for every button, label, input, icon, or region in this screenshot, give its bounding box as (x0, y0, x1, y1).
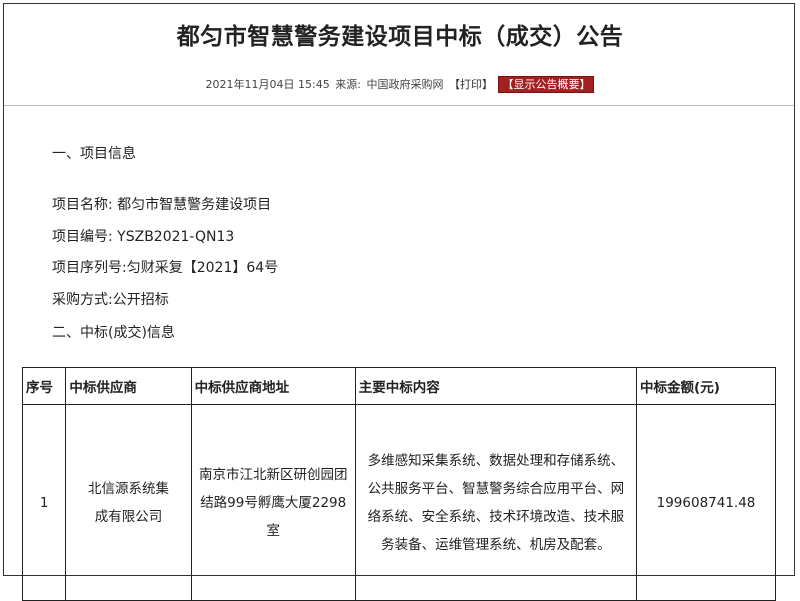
project-code: 项目编号: YSZB2021-QN13 (52, 229, 235, 245)
cell-amount: 199608741.48 (636, 404, 776, 601)
cell-content: 多维感知采集系统、数据处理和存储系统、公共服务平台、智慧警务综合应用平台、网络系… (354, 404, 638, 601)
header-amount: 中标金额(元) (636, 367, 776, 405)
page-title: 都匀市智慧警务建设项目中标（成交）公告 (176, 24, 624, 50)
header-address: 中标供应商地址 (190, 367, 356, 405)
print-button[interactable]: 【打印】 (449, 78, 493, 91)
table-row: 1 北信源系统集成有限公司 南京市江北新区研创园团结路99号孵鹰大厦2298室 … (21, 404, 776, 601)
section-heading-project-info: 一、项目信息 (52, 146, 136, 162)
meta-line: 2021年11月04日 15:45 来源: 中国政府采购网 【打印】 【显示公告… (0, 76, 800, 93)
section-heading-award-info: 二、中标(成交)信息 (52, 325, 175, 341)
cell-supplier: 北信源系统集成有限公司 (65, 404, 192, 601)
project-name: 项目名称: 都匀市智慧警务建设项目 (52, 197, 272, 213)
source-label: 来源: (335, 78, 361, 91)
header-supplier: 中标供应商 (65, 367, 192, 405)
header-content: 主要中标内容 (354, 367, 638, 405)
cell-index: 1 (21, 404, 67, 601)
source-link[interactable]: 中国政府采购网 (366, 78, 443, 91)
publish-date: 2021年11月04日 15:45 (205, 78, 330, 91)
cell-address: 南京市江北新区研创园团结路99号孵鹰大厦2298室 (190, 404, 356, 601)
header-index: 序号 (21, 367, 67, 405)
purchase-method: 采购方式:公开招标 (52, 292, 169, 308)
show-summary-button[interactable]: 【显示公告概要】 (498, 76, 595, 93)
project-serial: 项目序列号:匀财采复【2021】64号 (52, 260, 279, 276)
divider (4, 105, 794, 106)
award-table: 序号 中标供应商 中标供应商地址 主要中标内容 中标金额(元) 1 北信源系统集… (21, 367, 776, 601)
table-header-row: 序号 中标供应商 中标供应商地址 主要中标内容 中标金额(元) (21, 367, 776, 405)
